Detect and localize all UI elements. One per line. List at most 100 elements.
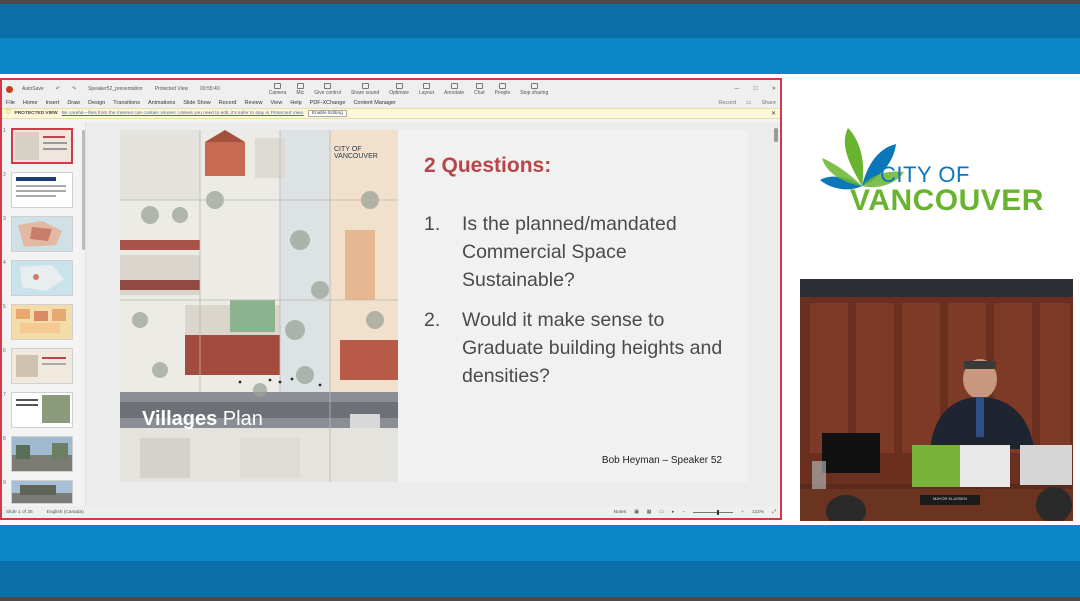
slide-thumbnails-pane: 1 2 3 4 5 6 7 8 9 <box>2 122 86 506</box>
nameplate: MAYOR KLASSEN <box>933 496 967 501</box>
question-2: 2. Would it make sense to Graduate build… <box>424 306 742 390</box>
tab-content-manager[interactable]: Content Manager <box>353 100 396 106</box>
thumb-preview <box>16 309 66 333</box>
thumb-preview <box>16 395 70 423</box>
mic-button[interactable]: Mic <box>296 82 304 96</box>
city-of-vancouver-logo: CITY OF VANCOUVER <box>800 112 1060 232</box>
tab-draw[interactable]: Draw <box>67 100 80 106</box>
thumb-preview <box>18 221 62 247</box>
stop-sharing-button[interactable]: Stop sharing <box>520 82 548 96</box>
zoom-slider[interactable] <box>693 509 734 515</box>
tab-review[interactable]: Review <box>244 100 262 106</box>
tab-file[interactable]: File <box>6 100 15 106</box>
slide-thumbnail-6[interactable] <box>11 348 73 384</box>
zoom-out-icon[interactable]: − <box>682 510 685 515</box>
thumb-preview <box>15 132 67 160</box>
tab-slide-show[interactable]: Slide Show <box>183 100 211 106</box>
comments-icon[interactable]: ▭ <box>746 100 751 106</box>
slide-thumbnail-1[interactable] <box>11 128 73 164</box>
record-button[interactable]: Record <box>718 100 736 106</box>
thumb-number: 6 <box>3 348 6 354</box>
slide-thumbnail-4[interactable] <box>11 260 73 296</box>
redo-icon[interactable]: ↷ <box>69 85 79 93</box>
language-indicator[interactable]: English (Canada) <box>47 510 84 515</box>
maximize-icon[interactable]: ☐ <box>753 86 757 92</box>
share-sound-icon <box>361 82 369 89</box>
slide-thumbnail-9[interactable] <box>11 480 73 504</box>
optimize-icon <box>395 82 403 89</box>
slide-canvas: CITY OF VANCOUVER Villages Plan 2 Questi… <box>86 122 780 506</box>
give-control-button[interactable]: Give control <box>314 82 341 96</box>
zoom-in-icon[interactable]: + <box>741 510 744 515</box>
minimize-icon[interactable]: — <box>734 86 739 92</box>
autosave-toggle[interactable]: AutoSave <box>19 85 47 93</box>
bottom-stripe <box>0 561 1080 597</box>
thumb-number: 4 <box>3 260 6 266</box>
share-sound-button[interactable]: Share sound <box>351 82 379 96</box>
file-status: Protected View <box>154 86 189 92</box>
top-stripe <box>0 4 1080 38</box>
notes-button[interactable]: Notes <box>614 510 627 515</box>
tab-help[interactable]: Help <box>290 100 301 106</box>
fit-slide-icon[interactable]: ⤢ <box>772 509 776 515</box>
question-text: Would it make sense to Graduate building… <box>462 309 723 387</box>
undo-icon[interactable]: ↶ <box>53 85 63 93</box>
enable-editing-button[interactable]: Enable Editing <box>307 110 347 117</box>
slide-scrollbar[interactable] <box>774 128 778 142</box>
thumb-number: 1 <box>3 128 6 134</box>
question-number: 2. <box>424 309 441 331</box>
share-button[interactable]: Share <box>761 100 776 106</box>
top-banner <box>0 0 1080 74</box>
slide-thumbnail-3[interactable] <box>11 216 73 252</box>
people-icon <box>498 82 506 89</box>
annotate-icon <box>450 82 458 89</box>
tab-transitions[interactable]: Transitions <box>113 100 140 106</box>
protected-view-bar: ⛉ PROTECTED VIEW Be careful—files from t… <box>2 108 780 119</box>
slide-thumbnail-2[interactable] <box>11 172 73 208</box>
close-icon[interactable]: ✕ <box>772 86 776 92</box>
protected-view-message[interactable]: Be careful—files from the Internet can c… <box>62 111 304 116</box>
slide-thumbnail-8[interactable] <box>11 436 73 472</box>
slide-thumbnail-7[interactable] <box>11 392 73 428</box>
layout-button[interactable]: Layout <box>419 82 434 96</box>
thumb-number: 3 <box>3 216 6 222</box>
powerpoint-window: AutoSave ↶ ↷ Speaker52_presentation Prot… <box>0 78 782 520</box>
zoom-level[interactable]: 122% <box>752 510 764 515</box>
tab-view[interactable]: View <box>271 100 283 106</box>
tab-pdf-xchange[interactable]: PDF-XChange <box>310 100 346 106</box>
tab-record[interactable]: Record <box>219 100 237 106</box>
normal-view-icon[interactable]: ▣ <box>634 510 639 515</box>
thumb-number: 5 <box>3 304 6 310</box>
question-number: 1. <box>424 213 441 235</box>
thumb-preview <box>12 443 72 471</box>
tab-home[interactable]: Home <box>23 100 38 106</box>
close-bar-icon[interactable]: ✕ <box>771 110 776 117</box>
slide-counter: Slide 1 of 25 <box>6 509 33 515</box>
thumbnails-scrollbar[interactable] <box>82 130 85 250</box>
caption-regular: Plan <box>222 408 263 430</box>
villages-plan-illustration: CITY OF VANCOUVER Villages Plan <box>120 130 398 482</box>
optimize-button[interactable]: Optimize <box>389 82 409 96</box>
annotate-button[interactable]: Annotate <box>444 82 464 96</box>
slide-text-area: 2 Questions: 1. Is the planned/mandated … <box>398 130 748 482</box>
thumb-number: 9 <box>3 480 6 486</box>
question-text: Is the planned/mandated Commercial Space… <box>462 213 677 291</box>
question-1: 1. Is the planned/mandated Commercial Sp… <box>424 210 742 294</box>
shield-icon: ⛉ <box>6 110 11 116</box>
tab-design[interactable]: Design <box>88 100 105 106</box>
reading-view-icon[interactable]: ▭ <box>659 510 664 515</box>
logo-text-vancouver: VANCOUVER <box>850 184 1044 217</box>
people-button[interactable]: People <box>495 82 510 96</box>
tab-insert[interactable]: Insert <box>46 100 60 106</box>
thumb-preview <box>20 265 64 291</box>
tab-animations[interactable]: Animations <box>148 100 175 106</box>
camera-button[interactable]: Camera <box>269 82 286 96</box>
layout-icon <box>422 82 430 89</box>
slide-sorter-icon[interactable]: ▦ <box>647 510 652 515</box>
slide-thumbnail-5[interactable] <box>11 304 73 340</box>
give-control-icon <box>324 82 332 89</box>
slideshow-icon[interactable]: ▸ <box>672 510 674 515</box>
chat-button[interactable]: Chat <box>474 82 485 96</box>
speaker-credit: Bob Heyman – Speaker 52 <box>601 455 722 466</box>
camera-icon <box>274 82 281 89</box>
